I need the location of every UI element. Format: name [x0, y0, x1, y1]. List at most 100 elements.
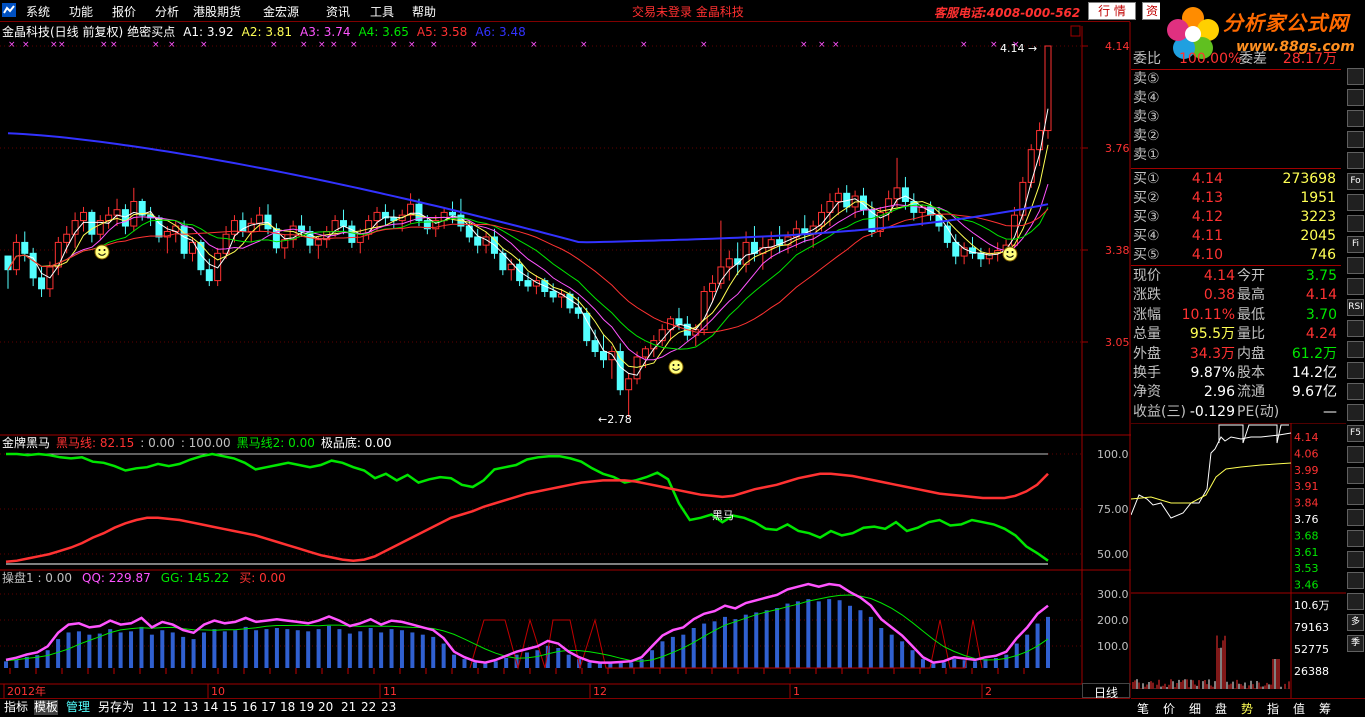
- candle-body[interactable]: [181, 226, 187, 253]
- candle-body[interactable]: [617, 352, 623, 390]
- bottom-tab[interactable]: 模板: [34, 700, 58, 715]
- side-tool-button[interactable]: [1347, 572, 1364, 589]
- candle-body[interactable]: [525, 281, 531, 286]
- side-tool-button[interactable]: RSI: [1347, 299, 1364, 316]
- candle-body[interactable]: [475, 237, 481, 245]
- right-tab[interactable]: 筹: [1319, 700, 1331, 717]
- bottom-tab[interactable]: 14: [203, 700, 218, 715]
- candlestick-chart[interactable]: 4.14 →←2.78: [5, 42, 1051, 426]
- menu-item-jinhongyuan[interactable]: 金宏源: [263, 3, 299, 20]
- menu-item-system[interactable]: 系统: [26, 3, 50, 20]
- side-tool-button[interactable]: [1347, 362, 1364, 379]
- buy-level-row[interactable]: 买⑤ 4.10 746: [1131, 246, 1341, 265]
- bottom-tab[interactable]: 15: [222, 700, 237, 715]
- side-tool-button[interactable]: [1347, 488, 1364, 505]
- candle-body[interactable]: [231, 221, 237, 235]
- candle-body[interactable]: [206, 270, 212, 281]
- candle-body[interactable]: [600, 352, 606, 360]
- bottom-tab[interactable]: 12: [162, 700, 177, 715]
- side-tool-button[interactable]: [1347, 257, 1364, 274]
- side-tool-button[interactable]: [1347, 320, 1364, 337]
- candle-body[interactable]: [626, 379, 632, 390]
- candle-body[interactable]: [609, 352, 615, 360]
- candle-body[interactable]: [357, 234, 363, 242]
- right-tab[interactable]: 盘: [1215, 700, 1227, 717]
- info-button[interactable]: 资: [1142, 2, 1162, 20]
- side-tool-button[interactable]: Fi: [1347, 236, 1364, 253]
- candle-body[interactable]: [374, 212, 380, 220]
- side-tool-button[interactable]: [1347, 341, 1364, 358]
- menu-item-quote[interactable]: 报价: [112, 3, 136, 20]
- candle-body[interactable]: [1028, 150, 1034, 183]
- menu-item-help[interactable]: 帮助: [412, 3, 436, 20]
- candle-body[interactable]: [550, 292, 556, 297]
- side-tool-button[interactable]: 季: [1347, 635, 1364, 652]
- menu-item-analysis[interactable]: 分析: [155, 3, 179, 20]
- buy-level-row[interactable]: 买③ 4.12 3223: [1131, 208, 1341, 227]
- bottom-tab[interactable]: 23: [381, 700, 396, 715]
- caopan-indicator-chart[interactable]: [4, 584, 1050, 674]
- candle-body[interactable]: [5, 256, 11, 270]
- candle-body[interactable]: [676, 319, 682, 324]
- side-tool-button[interactable]: [1347, 68, 1364, 85]
- right-tab[interactable]: 指: [1267, 700, 1279, 717]
- sell-level-row[interactable]: 卖③: [1131, 108, 1341, 127]
- side-tool-button[interactable]: Fo: [1347, 173, 1364, 190]
- candle-body[interactable]: [902, 188, 908, 202]
- buy-level-row[interactable]: 买② 4.13 1951: [1131, 189, 1341, 208]
- candle-body[interactable]: [466, 226, 472, 237]
- candle-body[interactable]: [642, 349, 648, 357]
- side-tool-button[interactable]: [1347, 446, 1364, 463]
- candle-body[interactable]: [39, 278, 45, 289]
- side-tool-button[interactable]: 多: [1347, 614, 1364, 631]
- right-tab[interactable]: 势: [1241, 700, 1253, 717]
- candle-body[interactable]: [743, 242, 749, 264]
- intraday-mini-chart[interactable]: 4.14 4.06 3.99 3.91 3.84 3.76 3.68 3.61 3.53 3.46…: [1131, 423, 1346, 698]
- bottom-tab[interactable]: 另存为: [98, 700, 134, 715]
- heima-oscillator-chart[interactable]: 黑马: [6, 454, 1048, 564]
- right-tab[interactable]: 细: [1189, 700, 1201, 717]
- side-tool-button[interactable]: [1347, 530, 1364, 547]
- right-tab[interactable]: 笔: [1137, 700, 1149, 717]
- candle-body[interactable]: [122, 210, 128, 226]
- kline-chart-area[interactable]: 4.14 3.76 3.38 3.05 100.0 75.00 50.00 300.0 200.…: [0, 22, 1131, 698]
- side-tool-button[interactable]: [1347, 383, 1364, 400]
- bottom-tab[interactable]: 管理: [66, 700, 90, 715]
- candle-body[interactable]: [315, 240, 321, 245]
- menu-item-tools[interactable]: 工具: [370, 3, 394, 20]
- candle-body[interactable]: [894, 188, 900, 199]
- candle-body[interactable]: [710, 283, 716, 291]
- candle-body[interactable]: [953, 242, 959, 256]
- candle-body[interactable]: [726, 259, 732, 267]
- buy-level-row[interactable]: 买① 4.14 273698: [1131, 170, 1341, 189]
- bottom-tab[interactable]: 18: [280, 700, 295, 715]
- menu-item-news[interactable]: 资讯: [326, 3, 350, 20]
- side-tool-button[interactable]: [1347, 278, 1364, 295]
- side-tool-button[interactable]: [1347, 215, 1364, 232]
- side-tool-button[interactable]: [1347, 593, 1364, 610]
- bottom-tab[interactable]: 指标: [4, 700, 28, 715]
- side-tool-button[interactable]: [1347, 404, 1364, 421]
- bottom-tab[interactable]: 13: [183, 700, 198, 715]
- bottom-tab[interactable]: 19: [299, 700, 314, 715]
- candle-body[interactable]: [80, 212, 86, 220]
- sell-level-row[interactable]: 卖①: [1131, 146, 1341, 165]
- side-tool-button[interactable]: F5: [1347, 425, 1364, 442]
- candle-body[interactable]: [835, 193, 841, 201]
- right-tab[interactable]: 值: [1293, 700, 1305, 717]
- sell-level-row[interactable]: 卖⑤: [1131, 70, 1341, 89]
- sell-level-row[interactable]: 卖②: [1131, 127, 1341, 146]
- candle-body[interactable]: [701, 292, 707, 330]
- bottom-tab[interactable]: 20: [318, 700, 333, 715]
- bottom-tab[interactable]: 17: [261, 700, 276, 715]
- candle-body[interactable]: [257, 215, 263, 223]
- candle-body[interactable]: [114, 210, 120, 215]
- buy-level-row[interactable]: 买④ 4.11 2045: [1131, 227, 1341, 246]
- side-tool-button[interactable]: [1347, 467, 1364, 484]
- bottom-tab[interactable]: 22: [361, 700, 376, 715]
- bottom-tab[interactable]: 21: [341, 700, 356, 715]
- sell-level-row[interactable]: 卖④: [1131, 89, 1341, 108]
- bottom-tab[interactable]: 11: [142, 700, 157, 715]
- app-logo-icon[interactable]: [1, 2, 17, 18]
- menu-item-function[interactable]: 功能: [69, 3, 93, 20]
